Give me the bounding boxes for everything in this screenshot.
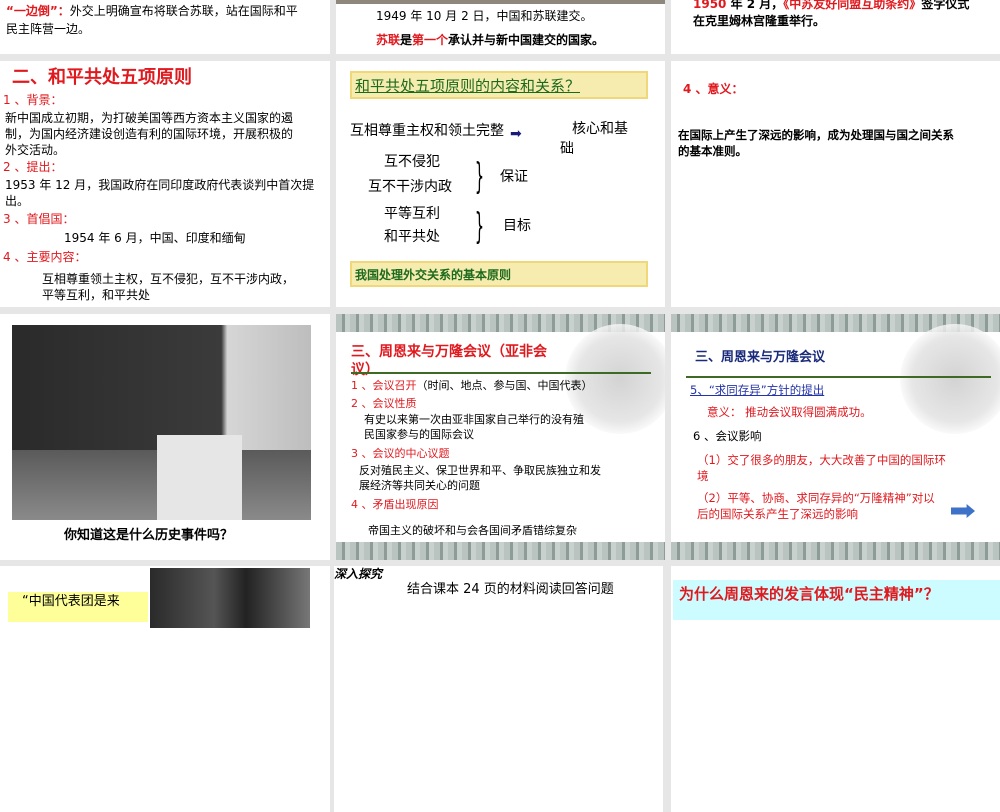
slide-thumbnail[interactable]: “一边倒”：外交上明确宣布将联合苏联，站在国际和平 民主阵营一边。: [0, 0, 330, 54]
slide-text: “一边倒”：外交上明确宣布将联合苏联，站在国际和平: [6, 4, 298, 18]
building-photo: [900, 324, 1000, 434]
bandung-conference-photo: [12, 325, 311, 520]
slide-thumbnail[interactable]: 4 、意义： 在国际上产生了深远的影响，成为处理国与国之间关系 的基本准则。: [671, 61, 1000, 307]
slide-text: 的基本准则。: [678, 144, 747, 158]
divider: [686, 376, 991, 378]
slide-thumbnail[interactable]: 三、周恩来与万隆会议（亚非会 议） 1 、会议召开（时间、地点、参与国、中国代表…: [336, 314, 665, 560]
slide-text: 目标: [503, 218, 531, 234]
slide-text: 4 、矛盾出现原因: [351, 498, 439, 511]
slide-text: 1953 年 12 月，我国政府在同印度政府代表谈判中首次提: [5, 178, 315, 192]
slide-title: 二、和平共处五项原则: [12, 67, 192, 88]
slide-text: （时间、地点、参与国、中国代表）: [416, 379, 593, 392]
slide-text: 1950 年 2 月，《中苏友好同盟互助条约》签字仪式: [693, 0, 970, 11]
answer-box: 我国处理外交关系的基本原则: [350, 261, 648, 287]
slide-thumbnail[interactable]: 三、周恩来与万隆会议 5、“求同存异”方针的提出 意义： 推动会议取得圆满成功。…: [671, 314, 1000, 560]
slide-text: “中国代表团是来: [22, 594, 120, 609]
slide-thumbnail[interactable]: 你知道这是什么历史事件吗？: [0, 314, 330, 560]
slide-text: 2 、会议性质: [351, 397, 417, 410]
slide-text: 平等互利: [384, 206, 440, 222]
slide-text: 结合课本 24 页的材料阅读回答问题: [407, 582, 614, 597]
slide-text: 为什么周恩来的发言体现“民主精神”？: [679, 585, 939, 603]
next-arrow-icon[interactable]: [951, 504, 975, 518]
slide-text: 1949 年 10 月 2 日，中国和苏联建交。: [376, 9, 593, 23]
slide-text: 3 、首倡国：: [3, 212, 75, 226]
slide-text: 1 、背景：: [3, 93, 63, 107]
slide-text: 反对殖民主义、保卫世界和平、争取民族独立和发: [359, 464, 601, 477]
slide-text: 我国处理外交关系的基本原则: [355, 268, 512, 282]
slide-thumbnail[interactable]: 二、和平共处五项原则 1 、背景： 新中国成立初期，为打破美国等西方资本主义国家…: [0, 61, 330, 307]
slide-text: （1）交了很多的朋友，大大改善了中国的国际环: [697, 453, 946, 467]
slide-thumbnail[interactable]: 1949 年 10 月 2 日，中国和苏联建交。 苏联是第一个承认并与新中国建交…: [336, 0, 665, 54]
slide-text: 制，为国内经济建设创造有利的国际环境，开展积极的: [5, 127, 294, 141]
slide-text: 础: [560, 141, 574, 157]
slide-caption: 你知道这是什么历史事件吗？: [64, 528, 234, 543]
slide-text: 3 、会议的中心议题: [351, 447, 450, 460]
question-box: 为什么周恩来的发言体现“民主精神”？: [673, 580, 1000, 620]
slide-text: 帝国主义的破坏和与会各国间矛盾错综复杂: [368, 524, 577, 537]
slide-text: 6 、会议影响: [693, 429, 762, 443]
question-box: 和平共处五项原则的内容和关系？: [350, 71, 648, 99]
slide-text: 出。: [5, 194, 30, 208]
slide-text: 在国际上产生了深远的影响，成为处理国与国之间关系: [678, 128, 954, 142]
slide-thumbnail[interactable]: 和平共处五项原则的内容和关系？ 互相尊重主权和领土完整 ➡ 核心和基 础 互不侵…: [336, 61, 665, 307]
slide-text: 互相尊重主权和领土完整: [350, 123, 504, 139]
slide-text: 保证: [500, 169, 528, 185]
slide-thumbnail[interactable]: 1950 年 2 月，《中苏友好同盟互助条约》签字仪式 在克里姆林宫隆重举行。: [671, 0, 1000, 54]
slide-text: 1954 年 6 月，中国、印度和缅甸: [64, 231, 246, 245]
slide-text: 4 、主要内容：: [3, 250, 87, 264]
slide-title: 三、周恩来与万隆会议: [695, 350, 826, 365]
slide-text: 后的国际关系产生了深远的影响: [697, 507, 858, 521]
slide-thumbnail[interactable]: 为什么周恩来的发言体现“民主精神”？: [671, 566, 1000, 812]
slide-text: 4 、意义：: [683, 82, 744, 96]
slide-text: 民主阵营一边。: [6, 22, 91, 36]
slide-text: 互不侵犯: [384, 154, 440, 170]
slide-text: 和平共处五项原则的内容和关系？: [355, 77, 581, 95]
slide-text: 苏联是第一个承认并与新中国建交的国家。: [376, 33, 605, 47]
slide-text: 新中国成立初期，为打破美国等西方资本主义国家的遏: [5, 111, 294, 125]
slide-thumbnail[interactable]: “中国代表团是来: [0, 566, 330, 812]
slide-text: （2）平等、协商、求同存异的“万隆精神”对以: [697, 491, 935, 505]
zhou-enlai-photo: [150, 568, 310, 628]
slide-stamp: 深入探究: [334, 567, 383, 581]
hyperlink[interactable]: 5、“求同存异”方针的提出: [690, 382, 824, 398]
slide-text: 境: [697, 469, 709, 483]
slide-text: 在克里姆林宫隆重举行。: [693, 14, 826, 28]
slide-text: 民国家参与的国际会议: [364, 428, 474, 441]
brace-icon: }: [474, 156, 485, 197]
slide-text: 展经济等共同关心的问题: [359, 479, 480, 492]
slide-text: 2 、提出：: [3, 160, 63, 174]
slide-title: 议）: [351, 362, 379, 378]
slide-text: 互不干涉内政: [368, 179, 452, 195]
quote-box: “中国代表团是来: [8, 592, 148, 622]
decorative-border: [671, 542, 1000, 560]
slide-photo: [336, 0, 665, 4]
slide-text: 和平共处: [384, 229, 440, 245]
slide-title: 三、周恩来与万隆会议（亚非会: [351, 344, 547, 360]
slide-text: 外交活动。: [5, 143, 66, 157]
arrow-right-icon: ➡: [510, 126, 522, 142]
slide-text: 核心和基: [572, 121, 628, 137]
decorative-border: [336, 542, 665, 560]
brace-icon: }: [474, 206, 485, 247]
slide-text: 平等互利，和平共处: [42, 288, 151, 302]
slide-text: 有史以来第一次由亚非国家自己举行的没有殖: [364, 413, 584, 426]
slide-text: 互相尊重领土主权，互不侵犯，互不干涉内政，: [42, 272, 295, 286]
divider: [351, 372, 651, 374]
slide-thumbnail[interactable]: 深入探究 结合课本 24 页的材料阅读回答问题: [334, 566, 663, 812]
slide-text: 意义： 推动会议取得圆满成功。: [707, 405, 872, 419]
slide-text: 1 、会议召开: [351, 379, 417, 392]
